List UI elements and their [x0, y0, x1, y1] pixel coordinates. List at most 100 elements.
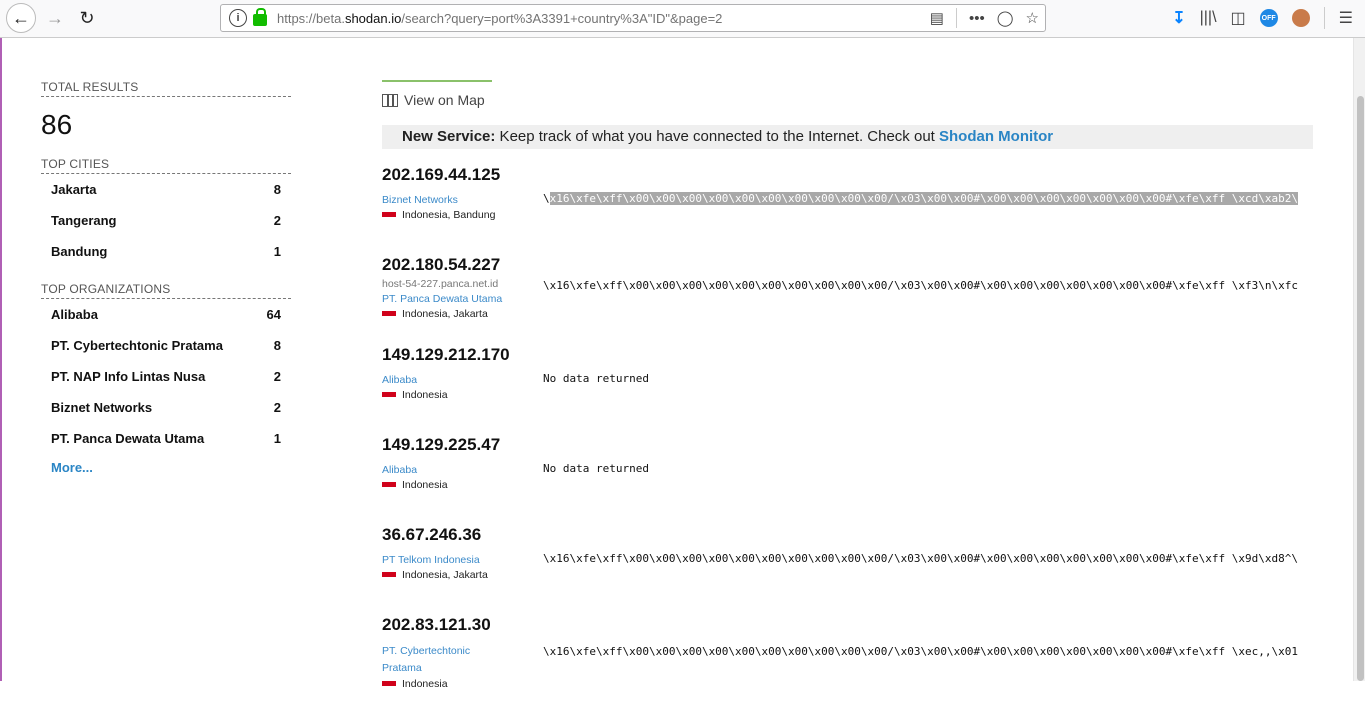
- lock-icon: [253, 8, 267, 26]
- result-ip[interactable]: 202.169.44.125: [382, 165, 500, 185]
- org-name: Biznet Networks: [51, 400, 153, 415]
- separator: [1323, 7, 1325, 29]
- scrollbar-thumb[interactable]: [1357, 96, 1364, 681]
- result-org[interactable]: Biznet Networks: [382, 193, 532, 208]
- indonesia-flag-icon: [382, 391, 396, 400]
- total-results-count: 86: [41, 109, 73, 140]
- reader-view-icon[interactable]: ▤: [930, 9, 944, 27]
- result-item: 202.83.121.30 PT. Cybertechtonic Pratama…: [382, 615, 1313, 705]
- back-arrow-icon[interactable]: ←: [6, 3, 36, 33]
- location-text: Indonesia: [402, 479, 448, 491]
- org-count: 64: [266, 307, 281, 322]
- address-bar[interactable]: i https://beta.shodan.io/search?query=po…: [220, 4, 1046, 32]
- result-item: 202.169.44.125 Biznet Networks Indonesia…: [382, 165, 1313, 255]
- org-item[interactable]: PT. NAP Info Lintas Nusa 2: [41, 361, 291, 392]
- city-name: Jakarta: [51, 182, 97, 197]
- map-icon: [382, 93, 398, 107]
- top-cities-label: TOP CITIES: [41, 157, 291, 174]
- location-text: Indonesia, Jakarta: [402, 308, 488, 320]
- result-org[interactable]: PT Telkom Indonesia: [382, 553, 532, 568]
- notice-title: New Service:: [402, 128, 496, 145]
- indonesia-flag-icon: [382, 310, 396, 319]
- org-name: PT. NAP Info Lintas Nusa: [51, 369, 206, 384]
- location-text: Indonesia: [402, 389, 448, 401]
- off-extension-icon[interactable]: OFF: [1259, 9, 1278, 27]
- result-banner[interactable]: No data returned: [543, 372, 1313, 385]
- org-count: 1: [273, 431, 281, 446]
- view-on-map-tab[interactable]: View on Map: [382, 80, 492, 108]
- result-banner[interactable]: No data returned: [543, 462, 1313, 475]
- result-location: Indonesia, Jakarta: [382, 307, 532, 322]
- result-org[interactable]: PT. Cybertechtonic Pratama: [382, 643, 492, 677]
- scrollbar[interactable]: [1353, 38, 1365, 681]
- sidebar-toggle-icon[interactable]: ◫: [1231, 8, 1246, 28]
- download-icon[interactable]: ↧: [1172, 8, 1185, 28]
- result-location: Indonesia: [382, 677, 532, 692]
- result-banner[interactable]: \x16\xfe\xff\x00\x00\x00\x00\x00\x00\x00…: [543, 552, 1313, 565]
- result-ip[interactable]: 149.129.212.170: [382, 345, 510, 365]
- result-org[interactable]: PT. Panca Dewata Utama: [382, 292, 532, 307]
- org-name: PT. Panca Dewata Utama: [51, 431, 205, 446]
- url-path: /search?query=port%3A3391+country%3A"ID"…: [401, 10, 723, 26]
- notice-text: Keep track of what you have connected to…: [495, 128, 939, 145]
- more-link[interactable]: More...: [41, 454, 291, 481]
- reload-icon[interactable]: ↻: [72, 3, 102, 33]
- new-service-notice: New Service: Keep track of what you have…: [382, 125, 1313, 149]
- location-text: Indonesia, Bandung: [402, 209, 496, 221]
- city-count: 8: [273, 182, 281, 197]
- result-ip[interactable]: 202.180.54.227: [382, 255, 500, 275]
- result-ip[interactable]: 202.83.121.30: [382, 615, 491, 635]
- org-item[interactable]: PT. Panca Dewata Utama 1: [41, 423, 291, 454]
- result-hostname: host-54-227.panca.net.id: [382, 278, 499, 290]
- indonesia-flag-icon: [382, 680, 396, 689]
- org-item[interactable]: PT. Cybertechtonic Pratama 8: [41, 330, 291, 361]
- org-item[interactable]: Biznet Networks 2: [41, 392, 291, 423]
- result-banner[interactable]: \x16\xfe\xff\x00\x00\x00\x00\x00\x00\x00…: [543, 192, 1313, 205]
- results-sidebar: TOTAL RESULTS 86 TOP CITIES Jakarta 8 Tan…: [41, 80, 291, 481]
- url-text[interactable]: https://beta.shodan.io/search?query=port…: [277, 11, 722, 26]
- pocket-icon[interactable]: ◯: [997, 9, 1014, 27]
- url-domain: shodan.io: [344, 10, 402, 26]
- result-org[interactable]: Alibaba: [382, 463, 532, 478]
- result-item: 202.180.54.227 host-54-227.panca.net.id …: [382, 255, 1313, 345]
- org-name: PT. Cybertechtonic Pratama: [51, 338, 223, 353]
- result-location: Indonesia, Jakarta: [382, 568, 532, 583]
- location-text: Indonesia: [402, 678, 448, 690]
- org-count: 2: [273, 400, 281, 415]
- result-item: 149.129.212.170 Alibaba Indonesia No dat…: [382, 345, 1313, 435]
- org-count: 2: [273, 369, 281, 384]
- org-item[interactable]: Alibaba 64: [41, 299, 291, 330]
- forward-arrow-icon[interactable]: →: [40, 3, 70, 33]
- city-item[interactable]: Bandung 1: [41, 236, 291, 267]
- city-count: 1: [273, 244, 281, 259]
- browser-toolbar: ← → ↻ i https://beta.shodan.io/search?qu…: [0, 0, 1365, 38]
- result-banner[interactable]: \x16\xfe\xff\x00\x00\x00\x00\x00\x00\x00…: [543, 645, 1313, 658]
- result-ip[interactable]: 149.129.225.47: [382, 435, 500, 455]
- organizations-list: Alibaba 64 PT. Cybertechtonic Pratama 8 PT…: [41, 299, 291, 481]
- city-name: Tangerang: [51, 213, 117, 228]
- result-location: Indonesia: [382, 388, 532, 403]
- total-results-label: TOTAL RESULTS: [41, 80, 291, 97]
- result-org[interactable]: Alibaba: [382, 373, 532, 388]
- cookie-extension-icon[interactable]: [1291, 9, 1310, 27]
- banner-selected-text: x16\xfe\xff\x00\x00\x00\x00\x00\x00\x00\…: [549, 192, 1298, 205]
- city-name: Bandung: [51, 244, 108, 259]
- results-main: View on Map New Service: Keep track of w…: [382, 80, 1313, 705]
- bookmark-star-icon[interactable]: ☆: [1026, 9, 1039, 27]
- more-actions-icon[interactable]: •••: [969, 10, 985, 27]
- info-icon[interactable]: i: [229, 9, 247, 27]
- indonesia-flag-icon: [382, 211, 396, 220]
- location-text: Indonesia, Jakarta: [402, 569, 488, 581]
- library-icon[interactable]: |||\: [1200, 9, 1217, 27]
- result-ip[interactable]: 36.67.246.36: [382, 525, 481, 545]
- city-count: 2: [273, 213, 281, 228]
- result-location: Indonesia: [382, 478, 532, 493]
- org-name: Alibaba: [51, 307, 98, 322]
- city-item[interactable]: Jakarta 8: [41, 174, 291, 205]
- shodan-monitor-link[interactable]: Shodan Monitor: [939, 128, 1053, 145]
- result-item: 36.67.246.36 PT Telkom Indonesia Indones…: [382, 525, 1313, 615]
- hamburger-menu-icon[interactable]: ☰: [1339, 8, 1353, 28]
- city-item[interactable]: Tangerang 2: [41, 205, 291, 236]
- separator: [955, 8, 957, 28]
- result-banner[interactable]: \x16\xfe\xff\x00\x00\x00\x00\x00\x00\x00…: [543, 279, 1313, 292]
